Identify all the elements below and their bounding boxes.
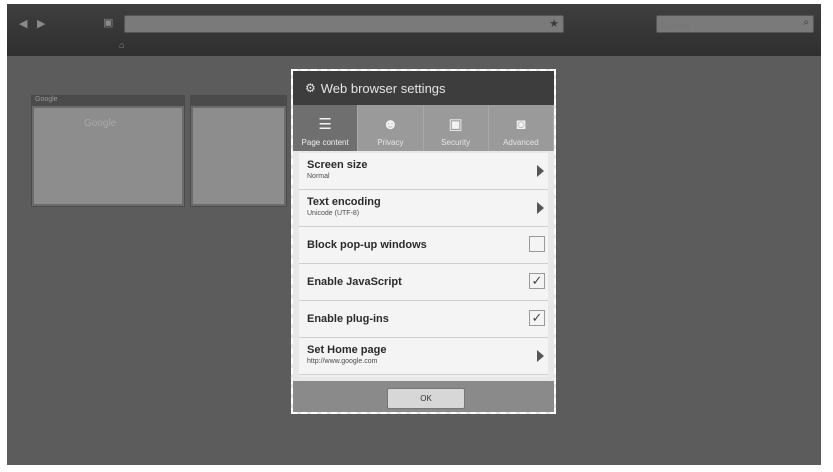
search-icon[interactable]: ⌕ xyxy=(803,17,809,28)
tab-thumbnail-preview: Google xyxy=(34,108,182,204)
tab-advanced[interactable]: ◙ Advanced xyxy=(488,105,554,151)
tab-security[interactable]: ▣ Security xyxy=(423,105,489,151)
setting-value: http://www.google.com xyxy=(307,358,378,365)
tab-page-content[interactable]: ☰ Page content xyxy=(293,105,359,151)
dialog-title: Web browser settings xyxy=(320,80,446,96)
setting-value: Normal xyxy=(307,173,330,180)
enable-plugins-checkbox[interactable]: ✓ xyxy=(529,310,545,326)
search-bar[interactable]: ⌕ xyxy=(656,15,814,34)
forward-icon[interactable]: ▶ xyxy=(37,17,45,30)
setting-text-encoding[interactable]: Text encoding Unicode (UTF-8) xyxy=(299,190,548,227)
address-bar[interactable]: ★ xyxy=(124,15,564,33)
tab-thumbnail-title xyxy=(191,96,286,106)
setting-label: Text encoding xyxy=(307,196,381,208)
google-logo: Google xyxy=(84,118,117,129)
chevron-right-icon xyxy=(537,202,544,214)
browser-toolbar: ◀ ▶ ▣ ★ ⌕ ⌂ xyxy=(7,4,821,56)
settings-list: Screen size Normal Text encoding Unicode… xyxy=(299,153,548,377)
setting-enable-plugins[interactable]: Enable plug-ins ✓ xyxy=(299,301,548,338)
tab-label: Privacy xyxy=(377,138,404,147)
setting-enable-javascript[interactable]: Enable JavaScript ✓ xyxy=(299,264,548,301)
lock-icon: ▣ xyxy=(448,116,463,133)
setting-home-page[interactable]: Set Home page http://www.google.com xyxy=(299,338,548,375)
back-icon[interactable]: ◀ xyxy=(19,17,27,30)
page-content-icon: ☰ xyxy=(318,116,332,133)
camera-icon: ◙ xyxy=(516,116,526,133)
home-icon[interactable]: ⌂ xyxy=(119,40,124,50)
dialog-footer: OK xyxy=(293,381,554,412)
setting-block-popups[interactable]: Block pop-up windows xyxy=(299,227,548,264)
dialog-title-bar: ⚙ Web browser settings xyxy=(293,71,554,105)
tab-label: Security xyxy=(441,138,471,147)
tab-thumbnail[interactable]: Google Google xyxy=(31,95,185,207)
tab-thumbnail-preview xyxy=(193,108,284,204)
tab-label: Page content xyxy=(301,138,349,147)
chevron-right-icon xyxy=(537,165,544,177)
tab-thumbnail-title: Google xyxy=(32,96,184,106)
setting-label: Screen size xyxy=(307,159,368,171)
ok-button[interactable]: OK xyxy=(387,388,465,409)
setting-label: Enable JavaScript xyxy=(307,276,402,288)
setting-value: Unicode (UTF-8) xyxy=(307,210,360,217)
settings-tabs: ☰ Page content ☻ Privacy ▣ Security ◙ Ad… xyxy=(293,105,554,151)
tab-label: Advanced xyxy=(503,138,539,147)
search-input[interactable] xyxy=(657,18,785,34)
settings-gear-icon: ⚙ xyxy=(305,81,316,95)
page-icon: ▣ xyxy=(103,17,114,29)
setting-label: Enable plug-ins xyxy=(307,313,389,325)
enable-javascript-checkbox[interactable]: ✓ xyxy=(529,273,545,289)
chevron-right-icon xyxy=(537,350,544,362)
bookmark-star-icon[interactable]: ★ xyxy=(549,17,559,30)
setting-label: Set Home page xyxy=(307,344,387,356)
setting-label: Block pop-up windows xyxy=(307,239,427,251)
setting-screen-size[interactable]: Screen size Normal xyxy=(299,153,548,190)
person-icon: ☻ xyxy=(382,116,399,133)
browser-settings-dialog: ⚙ Web browser settings ☰ Page content ☻ … xyxy=(291,69,556,414)
tab-thumbnail[interactable] xyxy=(190,95,287,207)
tab-privacy[interactable]: ☻ Privacy xyxy=(358,105,424,151)
block-popups-checkbox[interactable] xyxy=(529,236,545,252)
